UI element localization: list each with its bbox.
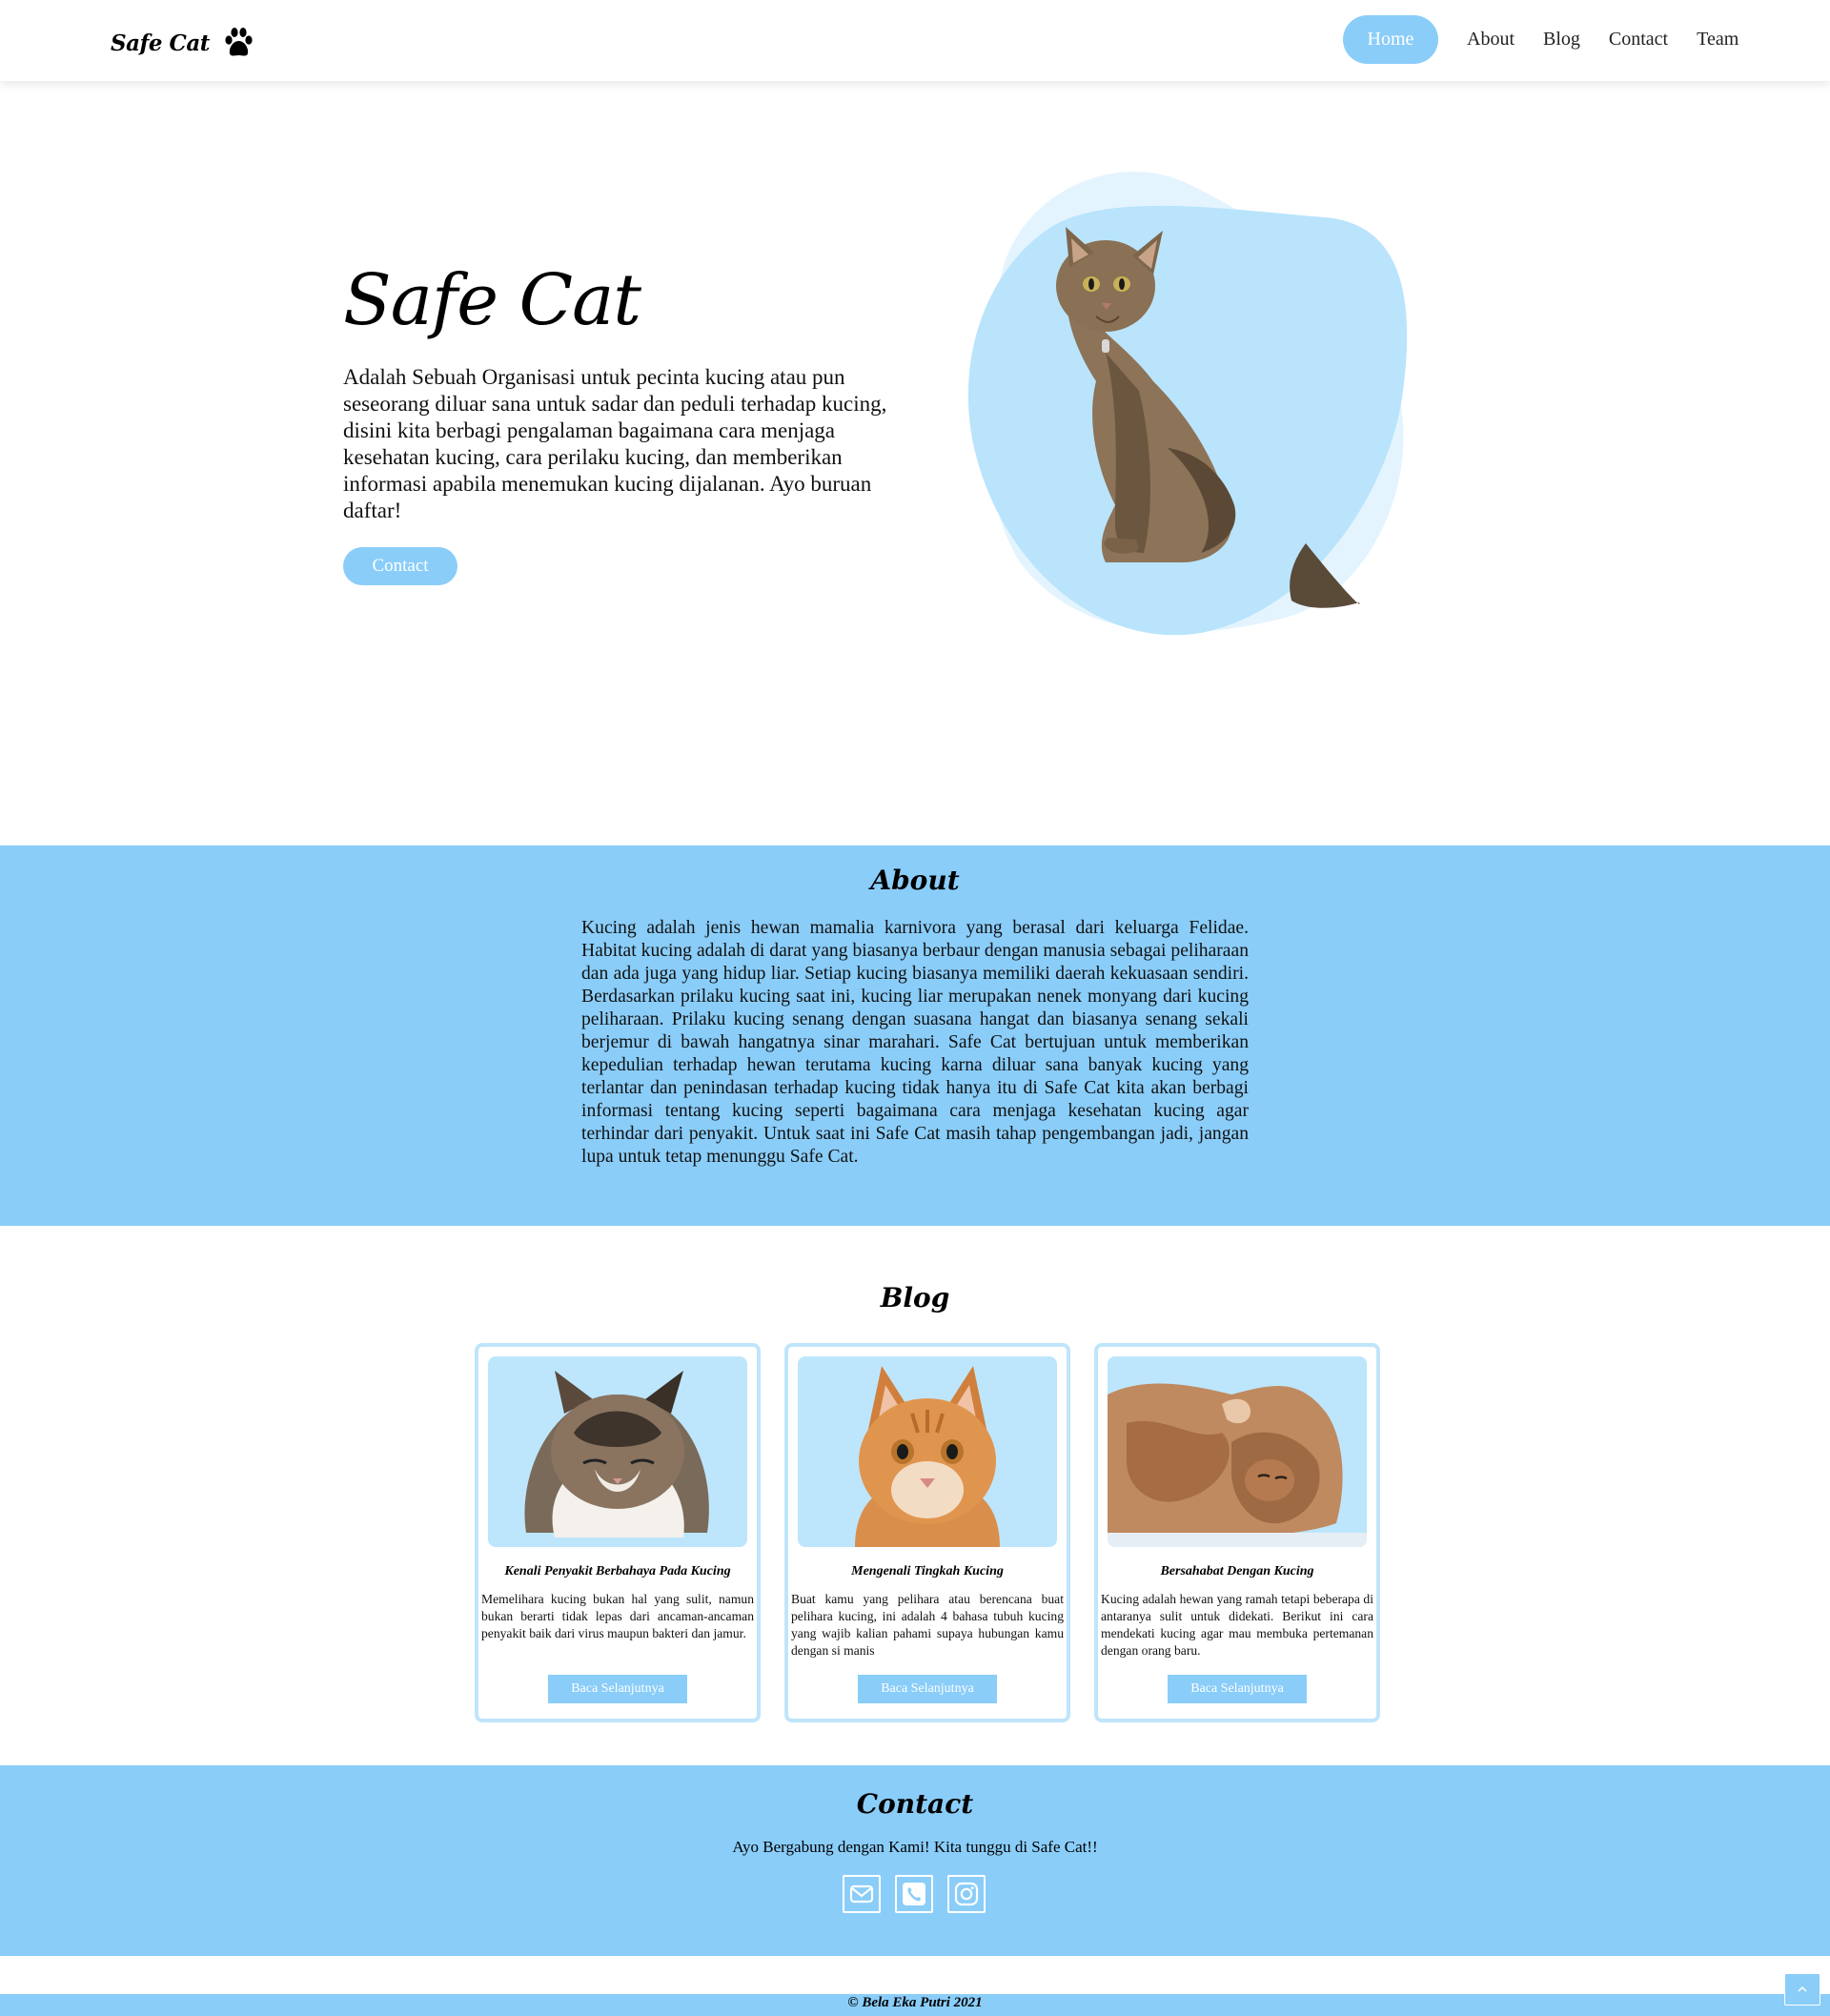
about-section: About Kucing adalah jenis hewan mamalia … [0, 845, 1830, 1226]
blog-card-3: Bersahabat Dengan Kucing Kucing adalah h… [1094, 1343, 1380, 1722]
nav-about[interactable]: About [1453, 15, 1529, 64]
blog-card-2-text: Buat kamu yang pelihara atau berencana b… [791, 1592, 1064, 1658]
nav-team[interactable]: Team [1682, 15, 1753, 64]
nav-home[interactable]: Home [1343, 15, 1438, 64]
copyright-text: © Bela Eka Putri 2021 [847, 1995, 983, 2010]
nav-contact[interactable]: Contact [1595, 15, 1682, 64]
main-nav: Home About Blog Contact Team [1343, 15, 1753, 64]
about-title: About [870, 865, 960, 896]
brand-logo[interactable]: Safe Cat [111, 27, 254, 59]
cat-portrait-orange [855, 1366, 1000, 1547]
blog-card-3-title: Bersahabat Dengan Kucing [1160, 1564, 1314, 1578]
contact-title: Contact [856, 1788, 974, 1820]
cat-lying-photo [1108, 1356, 1367, 1547]
blog-card-1: Kenali Penyakit Berbahaya Pada Kucing Me… [475, 1343, 761, 1722]
navbar: Safe Cat Home About Blog Contact Team [0, 0, 1830, 81]
phone-icon [903, 1883, 925, 1905]
blog-card-1-image [488, 1356, 747, 1547]
blog-card-3-text: Kucing adalah hewan yang ramah tetapi be… [1101, 1592, 1373, 1658]
instagram-link[interactable] [947, 1875, 986, 1913]
blog-card-2: Mengenali Tingkah Kucing Buat kamu yang … [784, 1343, 1070, 1722]
blog-card-2-image [798, 1356, 1057, 1547]
blog-card-1-title: Kenali Penyakit Berbahaya Pada Kucing [504, 1564, 731, 1578]
brand-name: Safe Cat [111, 30, 210, 56]
contact-section: Contact Ayo Bergabung dengan Kami! Kita … [0, 1765, 1830, 1956]
blog-card-2-read-more-button[interactable]: Baca Selanjutnya [858, 1675, 997, 1703]
phone-link[interactable] [895, 1875, 933, 1913]
chevron-up-icon [1798, 1985, 1807, 1992]
blog-card-3-image [1108, 1356, 1367, 1547]
blog-card-1-text: Memelihara kucing bukan hal yang sulit, … [481, 1592, 754, 1640]
back-to-top-button[interactable] [1784, 1973, 1820, 2006]
hero-title: Safe Cat [343, 259, 641, 341]
blog-title: Blog [880, 1282, 950, 1313]
blog-card-2-title: Mengenali Tingkah Kucing [851, 1564, 1004, 1578]
contact-text: Ayo Bergabung dengan Kami! Kita tunggu d… [732, 1838, 1098, 1856]
hero-contact-button[interactable]: Contact [343, 547, 458, 585]
nav-blog[interactable]: Blog [1529, 15, 1595, 64]
blog-card-1-read-more-button[interactable]: Baca Selanjutnya [548, 1675, 687, 1703]
blog-card-3-read-more-button[interactable]: Baca Selanjutnya [1168, 1675, 1307, 1703]
envelope-icon [849, 1884, 874, 1904]
paw-icon [225, 28, 253, 56]
email-link[interactable] [843, 1875, 881, 1913]
cat-portrait-calico [524, 1371, 709, 1537]
about-text: Kucing adalah jenis hewan mamalia karniv… [581, 918, 1249, 1167]
hero-description: Adalah Sebuah Organisasi untuk pecinta k… [343, 365, 887, 522]
hero-cat-illustration [967, 172, 1408, 636]
instagram-icon [954, 1882, 979, 1906]
social-links [843, 1875, 986, 1913]
